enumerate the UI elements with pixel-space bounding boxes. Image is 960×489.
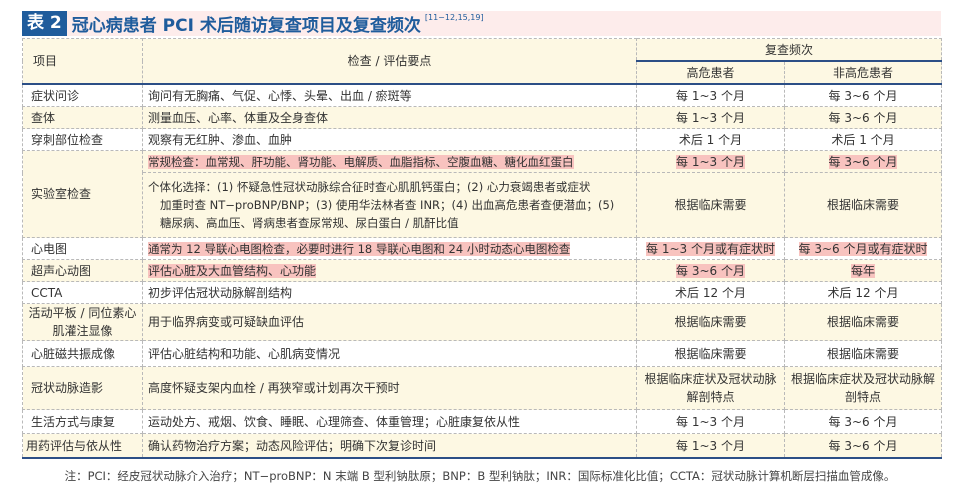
row-points: 常规检查：血常规、肝功能、肾功能、电解质、血脂指标、空腹血糖、糖化血红蛋白 xyxy=(148,154,574,169)
row-points: 测量血压、心率、体重及全身查体 xyxy=(142,106,637,129)
row-high: 根据临床需要 xyxy=(636,303,785,341)
table-row: 个体化选择：(1) 怀疑急性冠状动脉综合征时查心肌肌钙蛋白；(2) 心力衰竭患者… xyxy=(23,172,943,238)
row-high: 根据临床需要 xyxy=(636,340,785,367)
row-item: 生活方式与康复 xyxy=(22,409,143,434)
followup-table: 项目 检查 / 评估要点 复查频次 高危患者 非高危患者 症状问诊 询问有无胸痛、… xyxy=(22,38,943,459)
row-points: 评估心脏及大血管结构、心功能 xyxy=(148,263,317,278)
table-row: 活动平板 / 同位素心肌灌注显像 用于临界病变或可疑缺血评估 根据临床需要 根据临床需… xyxy=(22,303,943,341)
table-row: 穿刺部位检查 观察有无红肿、渗血、血肿 术后 1 个月 术后 1 个月 xyxy=(22,128,943,151)
row-nonhigh: 每 3~6 个月 xyxy=(828,154,898,169)
table-row: 查体 测量血压、心率、体重及全身查体每 1~3 个月每 3~6 个月 xyxy=(22,106,943,129)
row-points: 评估心脏结构和功能、心肌病变情况 xyxy=(142,340,637,367)
row-high: 每 3~6 个月 xyxy=(676,263,745,278)
row-item: 活动平板 / 同位素心肌灌注显像 xyxy=(22,303,143,341)
row-item: 心脏磁共振成像 xyxy=(22,340,143,367)
row-nonhigh: 根据临床需要 xyxy=(783,303,943,341)
row-points: 用于临界病变或可疑缺血评估 xyxy=(142,303,637,341)
row-points: 通常为 12 导联心电图检查，必要时进行 18 导联心电图和 24 小时动态心电… xyxy=(148,241,571,256)
row-item: 症状问诊 xyxy=(22,83,143,107)
header-item: 项目 xyxy=(22,38,143,85)
table-row: 超声心动图 评估心脏及大血管结构、心功能 每 3~6 个月 每年 xyxy=(22,259,943,282)
row-high: 每 1~3 个月 xyxy=(636,83,785,107)
row-item: 实验室检查 xyxy=(22,150,143,238)
table-row: 症状问诊 询问有无胸痛、气促、心悸、头晕、出血 / 瘀斑等每 1~3 个月每 3~… xyxy=(22,83,943,107)
row-item: 超声心动图 xyxy=(22,259,143,282)
table-number: 表 2 xyxy=(22,11,67,36)
row-points: 观察有无红肿、渗血、血肿 xyxy=(142,128,637,151)
row-item: 查体 xyxy=(22,106,143,129)
row-points-line: 糖尿病、高血压、肾病患者查尿常规、尿白蛋白 / 肌酐比值 xyxy=(160,216,459,230)
row-item: 用药评估与依从性 xyxy=(22,433,143,459)
table-row: 心脏磁共振成像 评估心脏结构和功能、心肌病变情况 根据临床需要 根据临床需要 xyxy=(22,340,943,367)
row-high: 每 1~3 个月 xyxy=(636,106,785,129)
table-row: 冠状动脉造影 高度怀疑支架内血栓 / 再狭窄或计划再次干预时 根据临床症状及冠状动脉… xyxy=(22,366,943,410)
row-high: 每 1~3 个月 xyxy=(636,409,785,434)
row-high: 每 1~3 个月 xyxy=(636,433,785,459)
row-item: CCTA xyxy=(22,281,143,304)
table-caption: 冠心病患者 PCI 术后随访复查项目及复查频次 xyxy=(71,16,421,36)
table-row: CCTA 初步评估冠状动脉解剖结构 术后 12 个月 术后 12 个月 xyxy=(22,281,943,304)
row-nonhigh: 每 3~6 个月或有症状时 xyxy=(798,241,928,256)
table-row: 用药评估与依从性 确认药物治疗方案；动态风险评估；明确下次复诊时间每 1~3 个月… xyxy=(22,433,943,459)
header-points: 检查 / 评估要点 xyxy=(142,38,637,85)
row-high: 每 1~3 个月 xyxy=(676,154,745,169)
row-item: 穿刺部位检查 xyxy=(22,128,143,151)
row-points-line: 加重时查 NT−proBNP/BNP；(3) 使用华法林者查 INR；(4) 出… xyxy=(160,198,615,212)
header-high-risk: 高危患者 xyxy=(636,60,785,85)
row-points: 确认药物治疗方案；动态风险评估；明确下次复诊时间 xyxy=(142,433,637,459)
row-nonhigh: 每 3~6 个月 xyxy=(783,409,943,434)
row-nonhigh: 每 3~6 个月 xyxy=(783,106,943,129)
header-frequency: 复查频次 xyxy=(635,38,943,62)
row-high: 术后 12 个月 xyxy=(636,281,785,304)
row-high: 每 1~3 个月或有症状时 xyxy=(646,241,775,256)
row-high: 根据临床需要 xyxy=(636,172,785,238)
row-item: 心电图 xyxy=(22,237,143,260)
row-high: 术后 1 个月 xyxy=(636,128,785,151)
table-row: 实验室检查 常规检查：血常规、肝功能、肾功能、电解质、血脂指标、空腹血糖、糖化血… xyxy=(22,150,943,238)
row-nonhigh: 每 3~6 个月 xyxy=(783,83,943,107)
row-nonhigh: 根据临床需要 xyxy=(783,340,943,367)
row-nonhigh: 每 3~6 个月 xyxy=(783,433,943,459)
row-nonhigh: 根据临床需要 xyxy=(783,172,943,238)
row-nonhigh: 每年 xyxy=(851,263,876,278)
table-row: 心电图 通常为 12 导联心电图检查，必要时进行 18 导联心电图和 24 小时动… xyxy=(22,237,943,260)
row-nonhigh: 术后 12 个月 xyxy=(783,281,943,304)
row-points: 运动处方、戒烟、饮食、睡眠、心理筛查、体重管理；心脏康复依从性 xyxy=(142,409,637,434)
row-high: 根据临床症状及冠状动脉解剖特点 xyxy=(636,366,785,410)
table-row: 生活方式与康复 运动处方、戒烟、饮食、睡眠、心理筛查、体重管理；心脏康复依从性每 … xyxy=(22,409,943,434)
row-item: 冠状动脉造影 xyxy=(22,366,143,410)
row-points: 初步评估冠状动脉解剖结构 xyxy=(142,281,637,304)
header-non-high-risk: 非高危患者 xyxy=(783,60,943,85)
row-nonhigh: 根据临床症状及冠状动脉解剖特点 xyxy=(783,366,943,410)
references: [11−12,15,19] xyxy=(424,13,484,22)
row-nonhigh: 术后 1 个月 xyxy=(783,128,943,151)
row-points: 询问有无胸痛、气促、心悸、头晕、出血 / 瘀斑等 xyxy=(142,83,637,107)
table-title: 表 2 冠心病患者 PCI 术后随访复查项目及复查频次 [11−12,15,19… xyxy=(22,11,941,36)
row-points-line: 个体化选择：(1) 怀疑急性冠状动脉综合征时查心肌肌钙蛋白；(2) 心力衰竭患者… xyxy=(148,180,591,194)
table-note: 注：PCI：经皮冠状动脉介入治疗；NT−proBNP：N 末端 B 型利钠肽原；… xyxy=(64,469,896,483)
row-points: 高度怀疑支架内血栓 / 再狭窄或计划再次干预时 xyxy=(142,366,637,410)
